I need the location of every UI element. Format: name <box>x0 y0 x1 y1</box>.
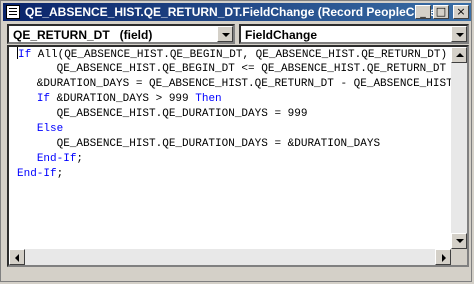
code-line[interactable]: QE_ABSENCE_HIST.QE_BEGIN_DT <= QE_ABSENC… <box>17 62 467 77</box>
code-token: All(QE_ABSENCE_HIST.QE_BEGIN_DT, QE_ABSE… <box>31 49 454 61</box>
field-select[interactable]: QE_RETURN_DT (field) <box>7 24 235 44</box>
event-select-value: FieldChange <box>245 28 318 42</box>
code-token: ; <box>56 168 64 180</box>
keyword-token: Then <box>195 93 222 105</box>
horizontal-scrollbar[interactable] <box>9 249 451 265</box>
maximize-button[interactable]: □ <box>433 5 449 19</box>
vertical-scrollbar[interactable] <box>451 47 467 249</box>
scrollbar-corner <box>451 249 467 265</box>
code-token: &DURATION_DAYS > 999 <box>50 93 196 105</box>
code-line[interactable]: &DURATION_DAYS = QE_ABSENCE_HIST.QE_RETU… <box>17 77 467 92</box>
keyword-token: Else <box>36 123 64 135</box>
chevron-down-icon[interactable] <box>451 26 467 42</box>
keyword-token: End-If <box>36 153 77 165</box>
code-line[interactable]: End-If; <box>17 152 467 167</box>
keyword-token: End-If <box>17 168 57 180</box>
scroll-up-icon[interactable] <box>451 47 467 63</box>
code-token: QE_ABSENCE_HIST.QE_DURATION_DAYS = 999 <box>17 108 308 120</box>
keyword-token: If <box>18 49 32 61</box>
scroll-left-icon[interactable] <box>9 249 25 265</box>
code-line[interactable]: End-If; <box>17 167 467 182</box>
code-text[interactable]: If All(QE_ABSENCE_HIST.QE_BEGIN_DT, QE_A… <box>17 47 467 182</box>
code-token: QE_ABSENCE_HIST.QE_BEGIN_DT <= QE_ABSENC… <box>17 63 453 75</box>
code-line[interactable]: If All(QE_ABSENCE_HIST.QE_BEGIN_DT, QE_A… <box>17 47 467 62</box>
code-token: &DURATION_DAYS = QE_ABSENCE_HIST.QE_RETU… <box>36 78 467 90</box>
document-icon <box>6 5 20 19</box>
code-line[interactable]: Else <box>17 122 467 137</box>
event-select[interactable]: FieldChange <box>239 24 469 44</box>
code-line[interactable]: QE_ABSENCE_HIST.QE_DURATION_DAYS = &DURA… <box>17 137 467 152</box>
window-title: QE_ABSENCE_HIST.QE_RETURN_DT.FieldChange… <box>25 5 440 19</box>
peoplecode-editor-window: QE_ABSENCE_HIST.QE_RETURN_DT.FieldChange… <box>0 0 472 282</box>
chevron-down-icon[interactable] <box>217 26 233 42</box>
close-button[interactable]: × <box>453 5 469 19</box>
code-line[interactable]: QE_ABSENCE_HIST.QE_DURATION_DAYS = 999 <box>17 107 467 122</box>
title-bar[interactable]: QE_ABSENCE_HIST.QE_RETURN_DT.FieldChange… <box>3 3 471 21</box>
minimize-button[interactable]: _ <box>415 5 431 19</box>
code-line[interactable]: If &DURATION_DAYS > 999 Then <box>17 92 467 107</box>
code-token: QE_ABSENCE_HIST.QE_DURATION_DAYS = &DURA… <box>17 138 381 150</box>
keyword-token: If <box>36 93 51 105</box>
scroll-down-icon[interactable] <box>451 233 467 249</box>
scroll-right-icon[interactable] <box>435 249 451 265</box>
code-token: ; <box>76 153 84 165</box>
field-select-value: QE_RETURN_DT (field) <box>13 28 153 42</box>
code-editor[interactable]: If All(QE_ABSENCE_HIST.QE_BEGIN_DT, QE_A… <box>7 45 469 267</box>
